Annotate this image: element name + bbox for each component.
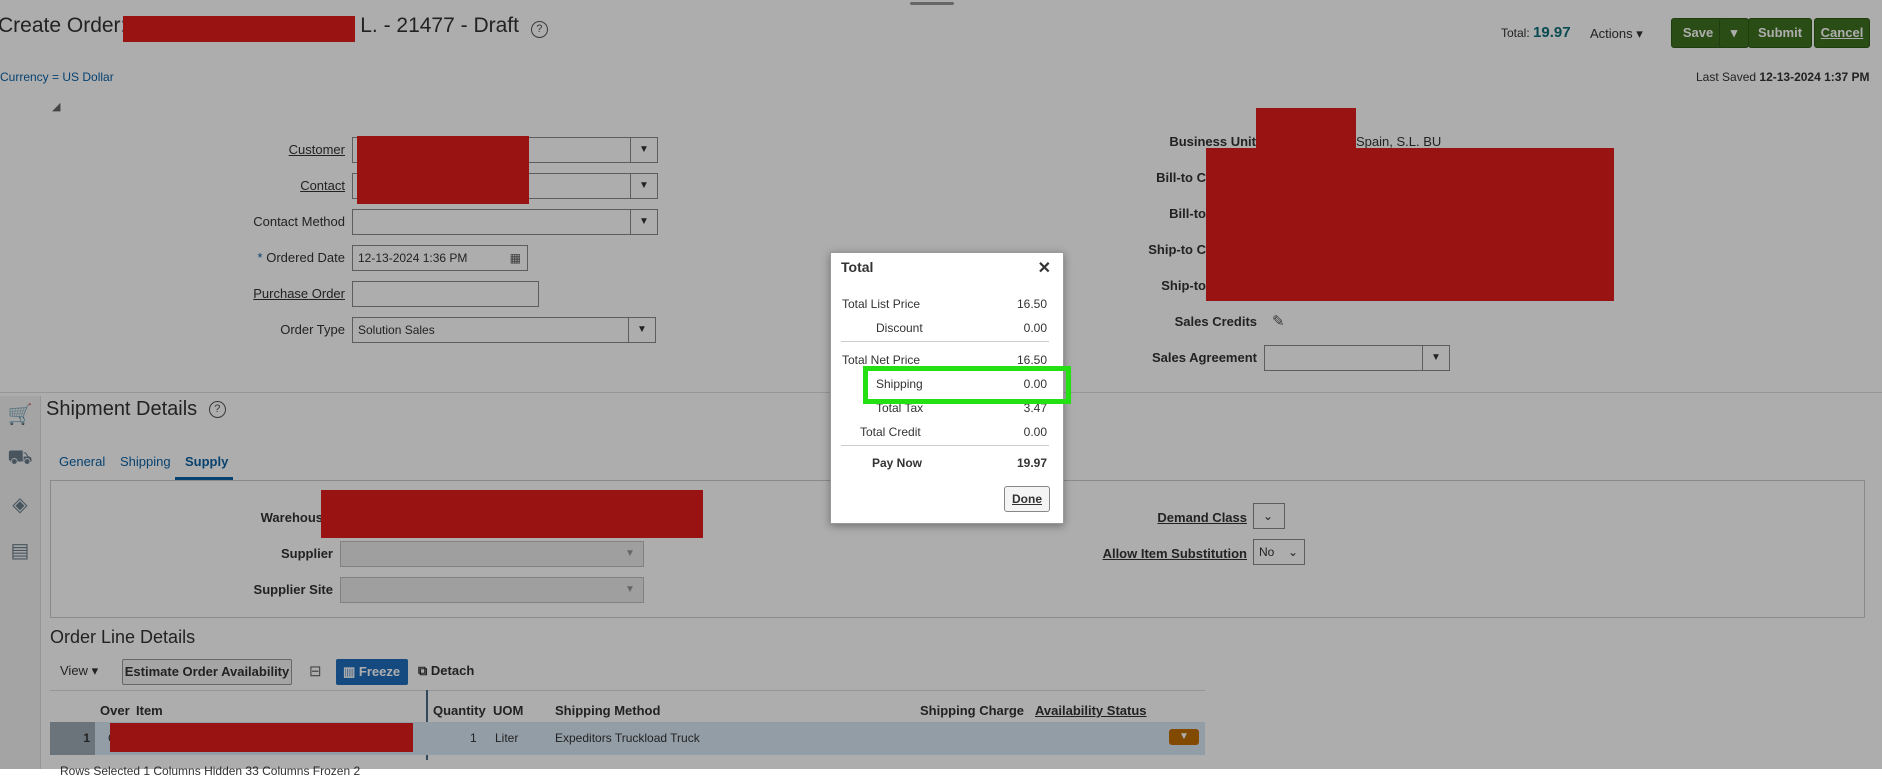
discount-value: 0.00	[1023, 321, 1047, 335]
total-list-price-value: 16.50	[1016, 297, 1047, 311]
dialog-divider-1	[841, 341, 1049, 342]
shipping-highlight-box	[863, 366, 1071, 404]
pay-now-value: 19.97	[1016, 456, 1047, 470]
total-net-price-value: 16.50	[1016, 353, 1047, 367]
close-icon[interactable]: ✕	[1038, 258, 1051, 278]
total-net-price-label: Total Net Price	[842, 353, 921, 367]
total-credit-value: 0.00	[1023, 425, 1047, 439]
done-button[interactable]: Done	[1004, 486, 1050, 512]
pay-now-label: Pay Now	[872, 456, 923, 470]
total-list-price-label: Total List Price	[842, 297, 921, 311]
total-credit-label: Total Credit	[860, 425, 921, 439]
dialog-divider-2	[841, 445, 1049, 446]
dialog-title: Total	[841, 259, 874, 275]
discount-label: Discount	[876, 321, 923, 335]
